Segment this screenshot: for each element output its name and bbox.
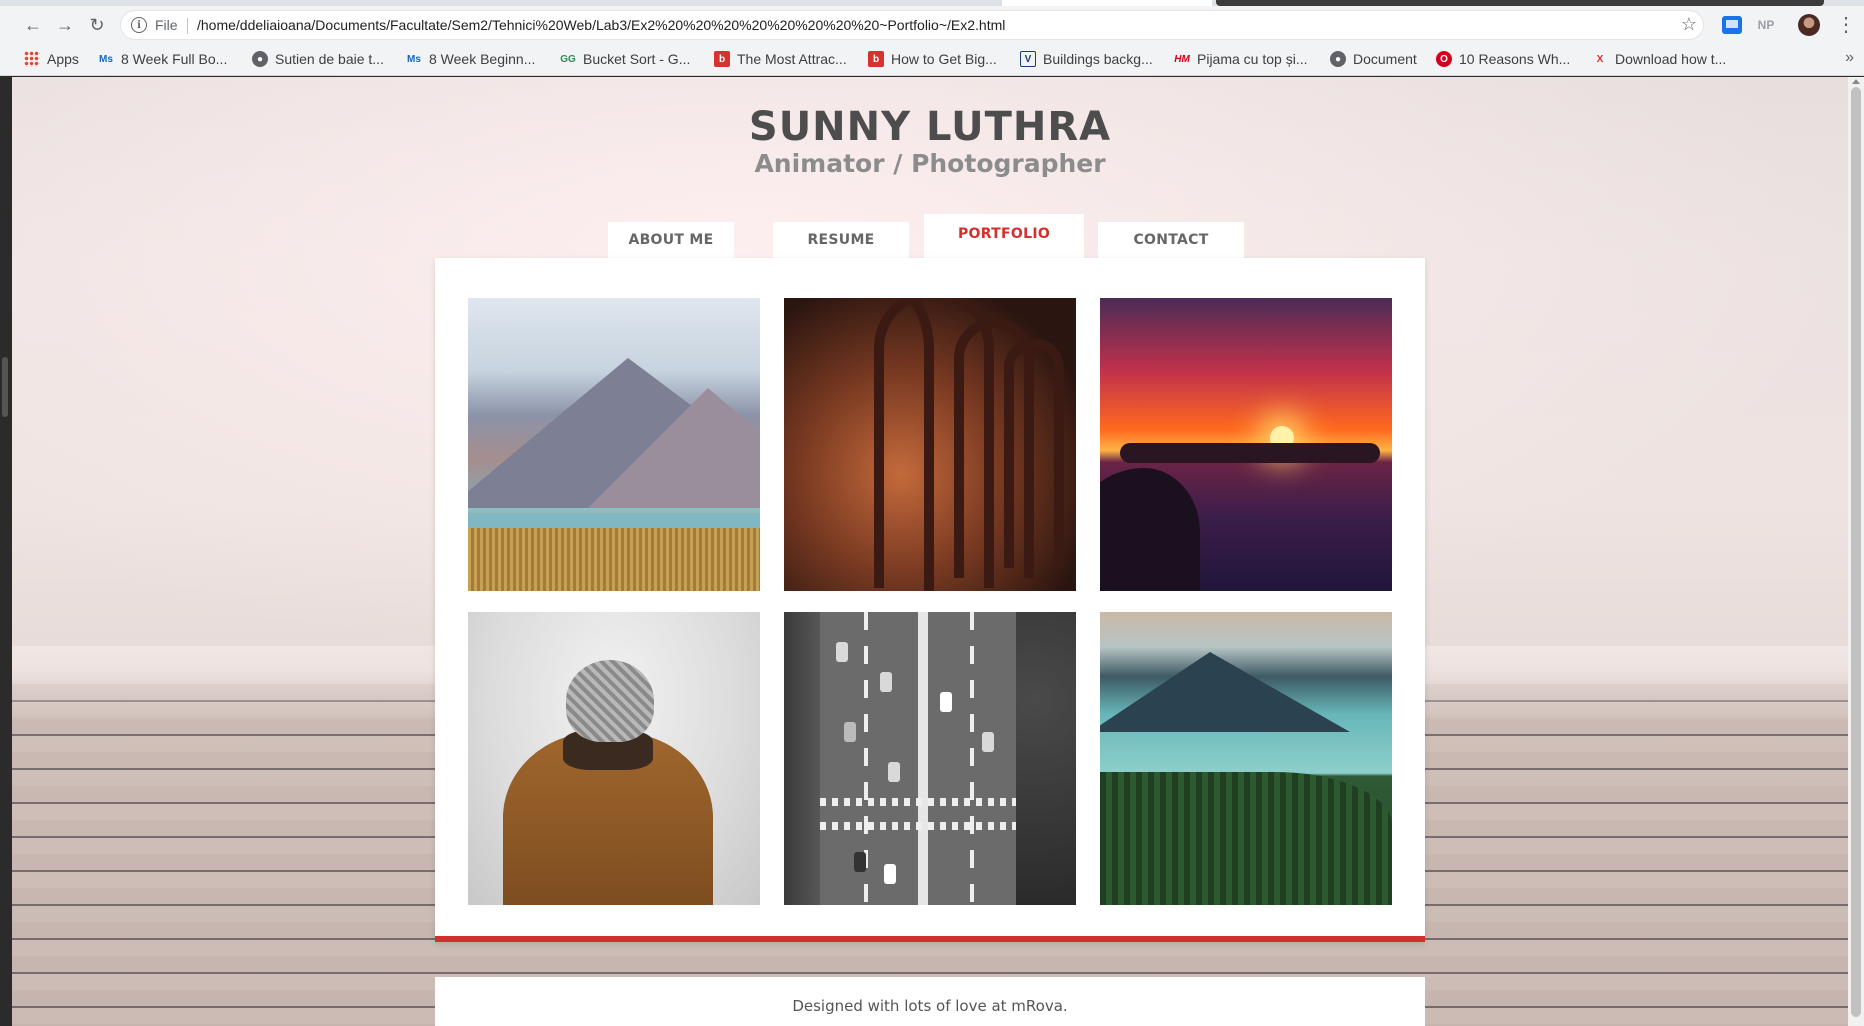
bookmark-label: 8 Week Full Bo... — [121, 51, 228, 67]
photo-shape — [844, 722, 856, 742]
page-header: SUNNY LUTHRA Animator / Photographer — [12, 105, 1848, 179]
section-tabs: ABOUT ME RESUME PORTFOLIO CONTACT — [12, 214, 1848, 260]
page-title: SUNNY LUTHRA — [748, 104, 1112, 150]
bookmark-label: Download how t... — [1615, 51, 1727, 67]
photo-shape — [888, 762, 900, 782]
bookmark-item[interactable]: Ms 8 Week Beginn... — [406, 48, 535, 70]
bookmark-label: 10 Reasons Wh... — [1459, 51, 1571, 67]
bookmark-label: Apps — [47, 51, 79, 67]
omnibox-separator — [187, 18, 188, 34]
scroll-up-arrow-icon[interactable] — [1852, 79, 1860, 84]
bookmark-label: Bucket Sort - G... — [583, 51, 691, 67]
ms-icon: Ms — [407, 53, 421, 65]
photo-shape — [836, 642, 848, 662]
photo-shape — [918, 612, 928, 905]
photo-shape — [784, 612, 820, 905]
globe-icon: ● — [1330, 51, 1346, 67]
back-arrow-icon[interactable]: ← — [20, 12, 46, 38]
gfg-icon: GG — [560, 53, 576, 65]
edge-handle — [2, 357, 8, 417]
photo-shape — [970, 612, 974, 905]
address-bar[interactable]: i File /home/ddeliaioana/Documents/Facul… — [120, 10, 1704, 40]
bookmark-label: Buildings backg... — [1043, 51, 1153, 67]
bookmark-item[interactable]: b How to Get Big... — [868, 48, 997, 70]
url-text[interactable]: /home/ddeliaioana/Documents/Facultate/Se… — [197, 17, 1005, 33]
ms-icon: Ms — [99, 53, 113, 65]
bookmark-item[interactable]: b The Most Attrac... — [714, 48, 847, 70]
window-left-edge — [0, 77, 12, 1026]
page-scrollbar[interactable] — [1848, 77, 1864, 1026]
b-red-icon: b — [714, 51, 730, 67]
photo-shape — [1100, 772, 1392, 905]
bookmark-item[interactable]: O 10 Reasons Wh... — [1436, 48, 1570, 70]
bookmark-item[interactable]: V Buildings backg... — [1020, 48, 1153, 70]
portfolio-photo-person-hood[interactable] — [468, 612, 760, 905]
bookmark-item[interactable]: ● Sutien de baie t... — [252, 48, 384, 70]
bookmarks-overflow-icon[interactable]: » — [1845, 49, 1854, 67]
photo-shape — [880, 672, 892, 692]
photo-shape — [566, 660, 654, 742]
globe-icon: ● — [252, 51, 268, 67]
bookmark-star-icon[interactable]: ☆ — [1681, 14, 1697, 35]
portfolio-card — [435, 258, 1425, 942]
portfolio-photo-sunset[interactable] — [1100, 298, 1392, 591]
page-viewport: SUNNY LUTHRA Animator / Photographer ABO… — [12, 77, 1848, 1026]
photo-shape — [1100, 468, 1200, 591]
page-subtitle: Animator / Photographer — [754, 149, 1106, 178]
scheme-label: File — [155, 17, 178, 33]
bookmark-item[interactable]: Ms 8 Week Full Bo... — [98, 48, 227, 70]
extension-icon[interactable] — [1722, 16, 1742, 34]
page-footer: Designed with lots of love at mRova. — [435, 977, 1425, 1026]
np-extension-icon[interactable]: NP — [1752, 14, 1780, 36]
portfolio-photo-mountain-lake[interactable] — [468, 298, 760, 591]
photo-shape — [884, 864, 896, 884]
photo-shape — [588, 388, 760, 508]
photo-shape — [820, 798, 1016, 806]
tab-portfolio[interactable]: PORTFOLIO — [924, 214, 1084, 260]
photo-shape — [1100, 652, 1350, 732]
navigation-bar: ← → ↻ i File /home/ddeliaioana/Documents… — [0, 8, 1864, 42]
tab-resume[interactable]: RESUME — [773, 222, 909, 258]
portfolio-photo-aerial-road[interactable] — [784, 612, 1076, 905]
portfolio-photo-forest-lake[interactable] — [1100, 612, 1392, 905]
photo-shape — [1016, 612, 1076, 905]
photo-shape — [982, 732, 994, 752]
photo-shape — [468, 528, 760, 591]
tab-contact[interactable]: CONTACT — [1098, 222, 1244, 258]
photo-shape — [854, 852, 866, 872]
bookmark-item[interactable]: X Download how t... — [1592, 48, 1727, 70]
photo-shape — [1004, 338, 1064, 568]
bookmark-apps[interactable]: Apps — [24, 48, 79, 70]
bookmark-item[interactable]: ● Document — [1330, 48, 1417, 70]
forward-arrow-icon[interactable]: → — [52, 12, 78, 38]
bookmark-label: How to Get Big... — [891, 51, 997, 67]
bookmark-label: The Most Attrac... — [737, 51, 847, 67]
opera-icon: O — [1436, 51, 1452, 67]
bookmark-label: Sutien de baie t... — [275, 51, 384, 67]
bookmark-label: Document — [1353, 51, 1417, 67]
browser-chrome: ← → ↻ i File /home/ddeliaioana/Documents… — [0, 0, 1864, 76]
bookmark-label: 8 Week Beginn... — [429, 51, 536, 67]
v-icon: V — [1020, 51, 1036, 67]
browser-tab-active[interactable] — [1002, 0, 1212, 6]
bookmark-item[interactable]: HM Pijama cu top și... — [1174, 48, 1308, 70]
x-icon: X — [1596, 53, 1604, 65]
info-icon[interactable]: i — [131, 17, 147, 33]
photo-shape — [1120, 443, 1380, 463]
bookmarks-bar: Apps Ms 8 Week Full Bo... ● Sutien de ba… — [0, 46, 1864, 72]
scrollbar-thumb[interactable] — [1851, 87, 1861, 1017]
bookmark-label: Pijama cu top și... — [1197, 51, 1308, 67]
browser-menu-icon[interactable]: ⋮ — [1836, 12, 1856, 37]
reload-icon[interactable]: ↻ — [84, 12, 110, 38]
portfolio-photo-arches[interactable] — [784, 298, 1076, 591]
tab-about-me[interactable]: ABOUT ME — [608, 222, 734, 258]
hm-icon: HM — [1174, 53, 1190, 65]
photo-shape — [940, 692, 952, 712]
b-red-icon: b — [868, 51, 884, 67]
profile-avatar[interactable] — [1798, 14, 1820, 36]
bookmark-item[interactable]: GG Bucket Sort - G... — [560, 48, 690, 70]
photo-shape — [820, 822, 1016, 830]
browser-tab-inactive[interactable] — [1216, 0, 1824, 6]
apps-grid-icon — [24, 51, 40, 67]
